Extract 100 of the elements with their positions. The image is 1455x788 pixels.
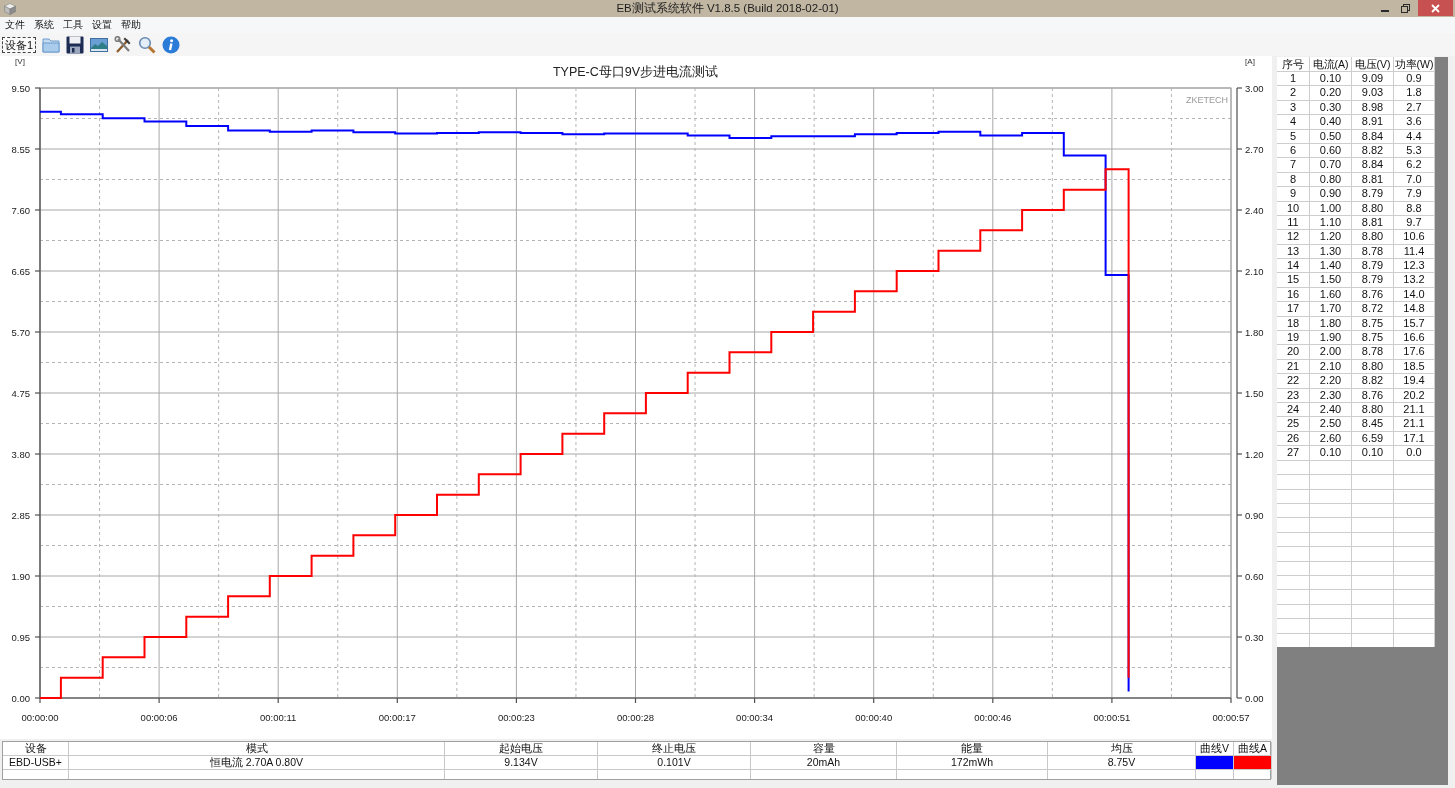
table-cell: 9.03 (1352, 86, 1394, 101)
table-header-cell: 均压 (1048, 742, 1196, 756)
table-cell: 7 (1277, 158, 1310, 173)
table-cell: 9 (1277, 187, 1310, 202)
table-cell: 8.45 (1352, 417, 1394, 432)
table-cell: 2.50 (1310, 417, 1352, 432)
axis-tick-label: 2.85 (11, 509, 30, 521)
axis-tick-label: 00:00:00 (21, 711, 59, 723)
axis-tick-label: 00:00:06 (140, 711, 178, 723)
table-cell: 8.78 (1352, 345, 1394, 360)
table-header-cell: 容量 (751, 742, 897, 756)
table-cell: 8.80 (1352, 230, 1394, 245)
chart-title: TYPE-C母口9V步进电流测试 (552, 65, 719, 79)
axis-tick-label: 1.80 (1245, 326, 1264, 338)
table-cell: 8.76 (1352, 388, 1394, 403)
axis-tick-label: 9.50 (11, 82, 30, 94)
axis-tick-label: 2.10 (1245, 265, 1264, 277)
table-cell: 8.72 (1352, 302, 1394, 317)
table-cell: 7.9 (1394, 187, 1435, 202)
brand-label: ZKETECH (1186, 95, 1228, 105)
table-cell: 9.134V (445, 756, 598, 770)
table-cell: 2.30 (1310, 388, 1352, 403)
table-cell: 13.2 (1394, 273, 1435, 288)
axis-tick-label: 8.55 (11, 143, 30, 155)
device-tab[interactable]: 设备1 (2, 36, 37, 53)
table-cell: 5 (1277, 129, 1310, 144)
app-icon (4, 2, 16, 15)
table-cell: 0.40 (1310, 115, 1352, 130)
table-cell: 8.79 (1352, 273, 1394, 288)
axis-tick-label: 00:00:57 (1212, 711, 1250, 723)
table-header-cell: 模式 (69, 742, 445, 756)
axis-tick-label: 0.00 (1245, 692, 1264, 704)
menu-item[interactable]: 设置 (92, 18, 112, 32)
table-cell: 2.20 (1310, 374, 1352, 389)
axis-tick-label: 1.50 (1245, 387, 1264, 399)
axis-tick-label: 0.90 (1245, 509, 1264, 521)
info-icon[interactable] (162, 35, 181, 54)
axis-tick-label: 0.00 (11, 692, 30, 704)
table-cell: 恒电流 2.70A 0.80V (69, 756, 445, 770)
table-cell: 27 (1277, 446, 1310, 461)
table-cell: 4 (1277, 115, 1310, 130)
picture-icon[interactable] (90, 35, 109, 54)
table-cell: 0.70 (1310, 158, 1352, 173)
axis-tick-label: 0.95 (11, 631, 30, 643)
axis-tick-label: 00:00:34 (736, 711, 774, 723)
table-cell: 14.8 (1394, 302, 1435, 317)
menu-item[interactable]: 文件 (5, 18, 25, 32)
table-cell: 17.6 (1394, 345, 1435, 360)
window-title: EB测试系统软件 V1.8.5 (Build 2018-02-01) (616, 1, 839, 16)
axis-tick-label: 4.75 (11, 387, 30, 399)
table-cell: 19.4 (1394, 374, 1435, 389)
menu-item[interactable]: 系统 (34, 18, 54, 32)
table-cell: 2.00 (1310, 345, 1352, 360)
table-cell: 172mWh (897, 756, 1048, 770)
table-cell: 8.79 (1352, 187, 1394, 202)
table-cell: 0.10 (1352, 446, 1394, 461)
axis-tick-label: 00:00:51 (1093, 711, 1131, 723)
table-cell: 0.90 (1310, 187, 1352, 202)
table-cell: 0.50 (1310, 129, 1352, 144)
axis-tick-label: 6.65 (11, 265, 30, 277)
axis-tick-label: 00:00:17 (378, 711, 416, 723)
axis-tick-label: 5.70 (11, 326, 30, 338)
axis-tick-label: 00:00:40 (855, 711, 893, 723)
table-header-cell: 起始电压 (445, 742, 598, 756)
close-button[interactable] (1418, 0, 1453, 16)
table-cell: 25 (1277, 417, 1310, 432)
search-icon[interactable] (138, 35, 157, 54)
table-cell: 8.84 (1352, 129, 1394, 144)
table-cell: 10.6 (1394, 230, 1435, 245)
axis-tick-label: 2.40 (1245, 204, 1264, 216)
table-cell: 20mAh (751, 756, 897, 770)
table-cell: 1.70 (1310, 302, 1352, 317)
table-cell: 8.91 (1352, 115, 1394, 130)
table-header-cell: 终止电压 (598, 742, 751, 756)
table-cell: 8.80 (1352, 201, 1394, 216)
table-cell: 10 (1277, 201, 1310, 216)
table-cell: 8.82 (1352, 374, 1394, 389)
table-cell: 4.4 (1394, 129, 1435, 144)
menu-item[interactable]: 帮助 (121, 18, 141, 32)
table-cell: 8.8 (1394, 201, 1435, 216)
table-cell: 6.2 (1394, 158, 1435, 173)
axis-unit-label: [V] (15, 56, 25, 66)
table-cell: 23 (1277, 388, 1310, 403)
table-cell: 0.0 (1394, 446, 1435, 461)
axis-tick-label: 3.80 (11, 448, 30, 460)
table-cell: 12 (1277, 230, 1310, 245)
table-cell: 0.20 (1310, 86, 1352, 101)
table-cell: 3.6 (1394, 115, 1435, 130)
axis-tick-label: 0.30 (1245, 631, 1264, 643)
table-cell: 8.84 (1352, 158, 1394, 173)
table-cell: 17 (1277, 302, 1310, 317)
tools-icon[interactable] (114, 35, 133, 54)
axis-tick-label: 00:00:11 (260, 711, 297, 723)
close-icon (1431, 3, 1440, 13)
table-cell: 1.8 (1394, 86, 1435, 101)
minimize-icon (1381, 9, 1389, 12)
axis-tick-label: 7.60 (11, 204, 30, 216)
axis-tick-label: 00:00:46 (974, 711, 1012, 723)
table-cell: EBD-USB+ (3, 756, 69, 770)
menu-item[interactable]: 工具 (63, 18, 83, 32)
